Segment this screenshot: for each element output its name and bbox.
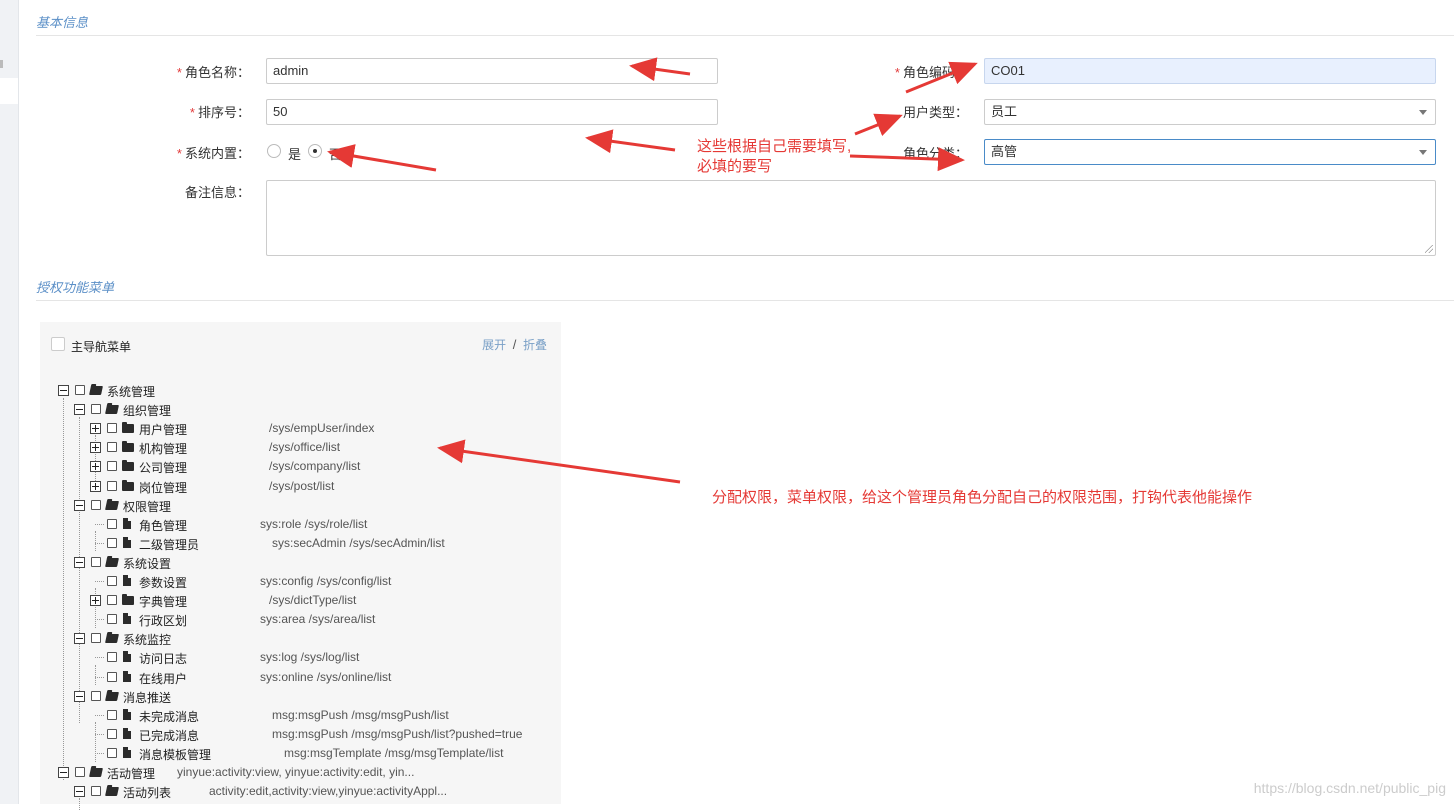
arrow-to-builtin — [327, 144, 437, 172]
watermark: https://blog.csdn.net/public_pig — [1253, 780, 1446, 796]
annotation-arrows — [327, 57, 978, 484]
arrow-to-role-name — [629, 57, 691, 82]
arrow-to-tree — [437, 439, 681, 484]
arrow-to-sort — [585, 129, 676, 154]
arrow-to-role-category — [849, 147, 965, 172]
arrow-to-user-type — [854, 113, 903, 137]
arrow-to-role-code — [905, 61, 978, 94]
